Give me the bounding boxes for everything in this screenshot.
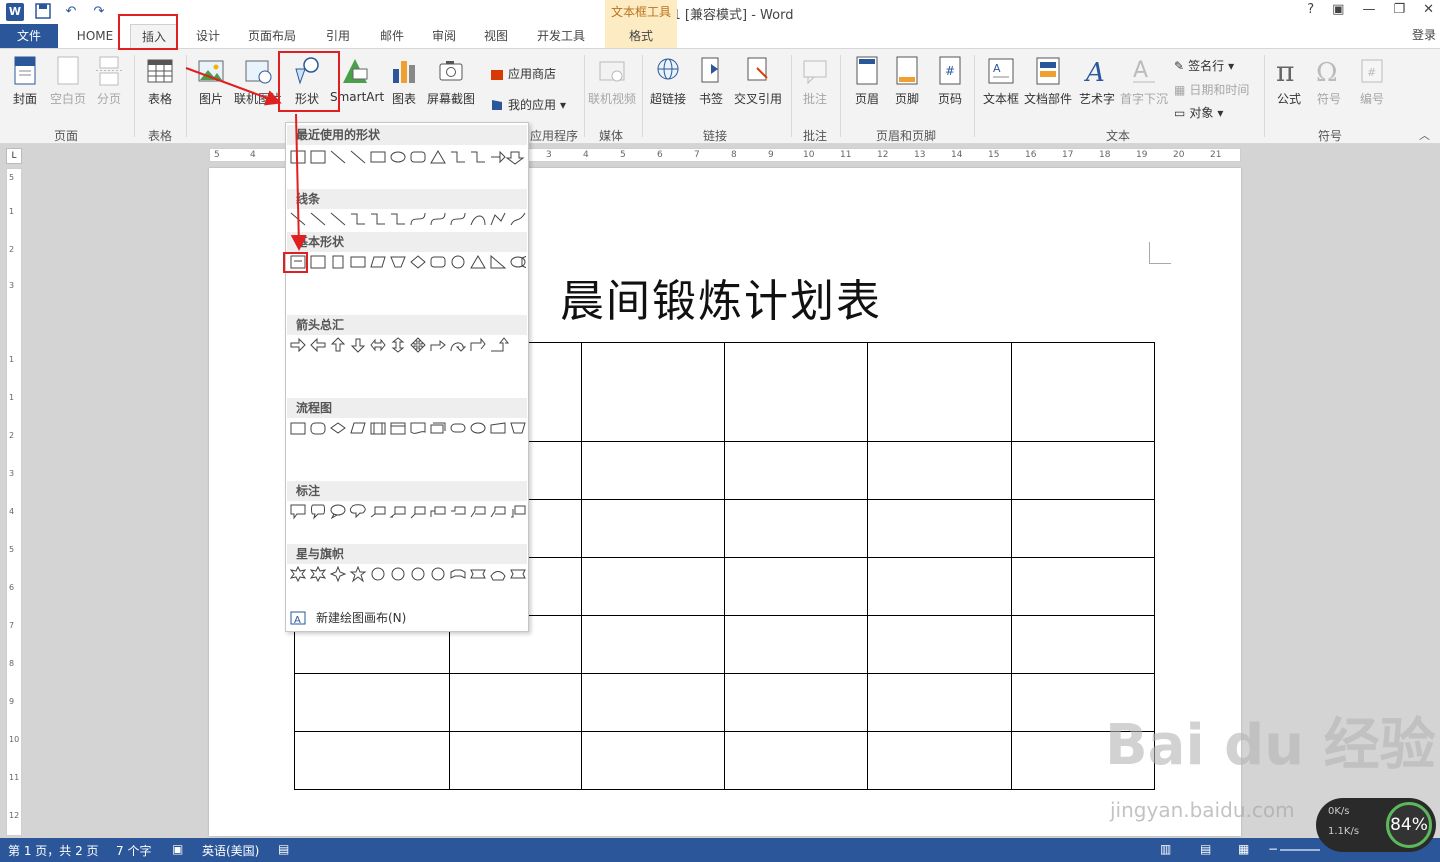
network-speed-widget[interactable]: 0K/s 1.1K/s 84% (1316, 798, 1436, 852)
zoom-slider[interactable] (1280, 849, 1320, 851)
print-layout-icon[interactable]: ▤ (1200, 842, 1211, 856)
language[interactable]: 英语(美国) (202, 842, 259, 859)
upload-speed: 0K/s (1328, 806, 1350, 817)
proofing-icon[interactable]: ▣ (172, 842, 183, 856)
status-bar: 第 1 页，共 2 页 7 个字 ▣ 英语(美国) ▤ ▥ ▤ ▦ − (0, 838, 1440, 862)
watermark-brand: Bai du 经验 (1105, 713, 1436, 778)
web-layout-icon[interactable]: ▦ (1238, 842, 1249, 856)
memory-percent: 84% (1386, 802, 1432, 848)
download-speed: 1.1K/s (1328, 826, 1360, 837)
zoom-out-icon[interactable]: − (1268, 842, 1278, 856)
arrow-to-textbox (290, 113, 307, 251)
read-mode-icon[interactable]: ▥ (1160, 842, 1171, 856)
word-count[interactable]: 7 个字 (116, 842, 151, 859)
page-count[interactable]: 第 1 页，共 2 页 (8, 842, 99, 859)
arrow-to-shapes (185, 67, 282, 106)
watermark-url: jingyan.baidu.com (1110, 798, 1295, 822)
macro-icon[interactable]: ▤ (278, 842, 289, 856)
